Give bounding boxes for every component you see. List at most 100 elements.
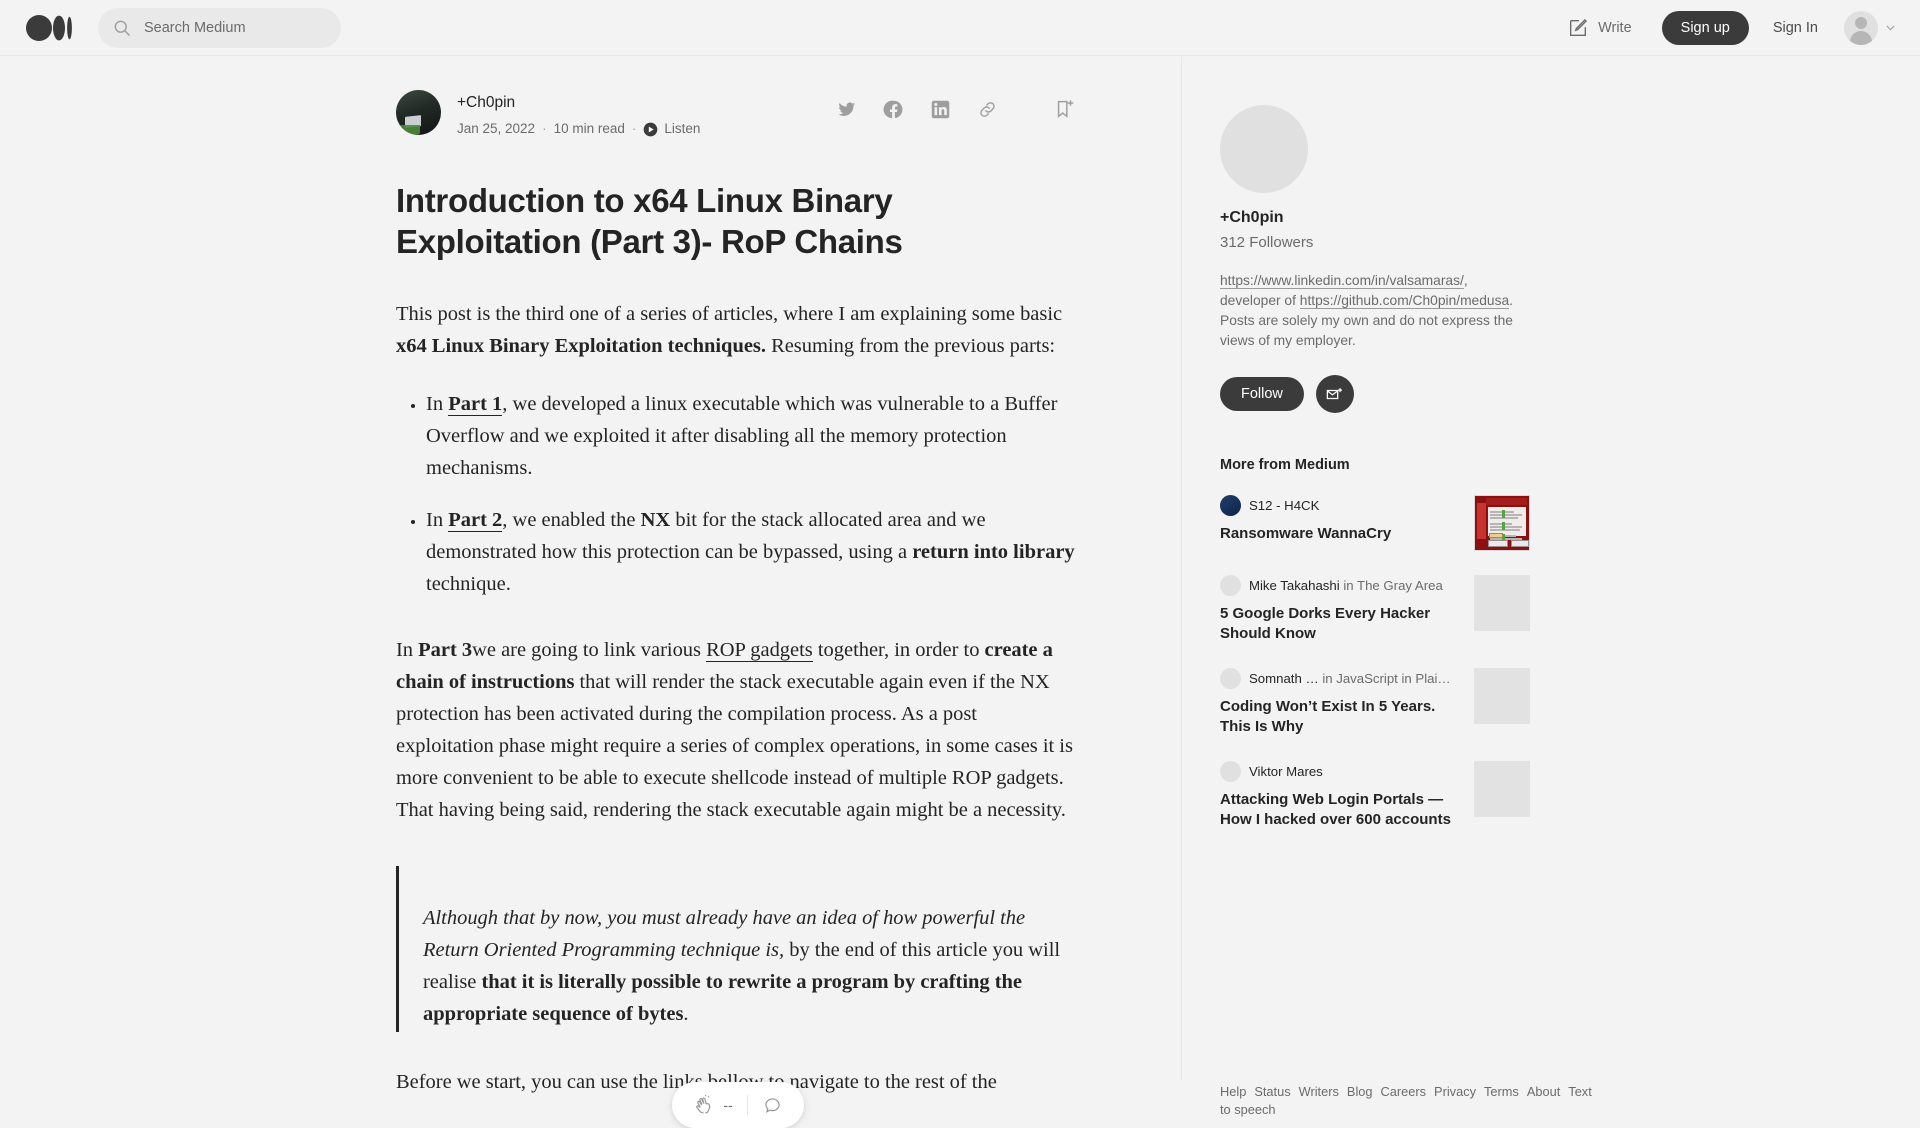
read-time: 10 min read — [554, 120, 625, 138]
github-repo-link[interactable]: https://github.com/Ch0pin/medusa — [1300, 293, 1509, 309]
recommendation-main: S12 - H4CK Ransomware WannaCry — [1220, 495, 1460, 544]
p2-b: we are going to link various — [472, 639, 706, 661]
rop-gadgets-link[interactable]: ROP gadgets — [706, 639, 813, 662]
recommendation-main: Viktor Mares Attacking Web Login Portals… — [1220, 761, 1460, 830]
recommendation-list: S12 - H4CK Ransomware WannaCry — [1220, 495, 1530, 830]
intro-bold: x64 Linux Binary Exploitation techniques… — [396, 335, 766, 357]
avatar — [1220, 575, 1241, 596]
publish-date: Jan 25, 2022 — [457, 120, 535, 138]
linkedin-profile-link[interactable]: https://www.linkedin.com/in/valsamaras/ — [1220, 273, 1464, 289]
search-box[interactable] — [98, 8, 341, 48]
bullet2-a: In — [426, 509, 448, 531]
quote-b: . — [683, 1003, 688, 1025]
search-icon — [112, 18, 132, 38]
footer-link-privacy[interactable]: Privacy — [1434, 1084, 1476, 1099]
author-name: Somnath … — [1249, 671, 1319, 686]
paragraph-intro: This post is the third one of a series o… — [396, 298, 1076, 362]
in-label: in — [1322, 671, 1332, 686]
engagement-bar: -- — [672, 1082, 804, 1128]
share-actions — [836, 90, 1076, 120]
listen-button[interactable]: Listen — [643, 120, 700, 138]
bullet2-d: technique. — [426, 573, 511, 595]
account-menu[interactable] — [1844, 11, 1896, 45]
avatar — [1220, 495, 1241, 516]
footer-link-writers[interactable]: Writers — [1299, 1084, 1339, 1099]
publication-name: JavaScript in Plai… — [1336, 671, 1450, 686]
avatar — [1844, 11, 1878, 45]
recommendation-author: Mike Takahashi in The Gray Area — [1249, 578, 1443, 593]
meta-separator-2: · — [632, 120, 637, 138]
recommendation-author-row: S12 - H4CK — [1220, 495, 1460, 516]
list-item: In Part 2, we enabled the NX bit for the… — [426, 504, 1076, 600]
article-body: This post is the third one of a series o… — [396, 298, 1076, 1098]
list-item[interactable]: S12 - H4CK Ransomware WannaCry — [1220, 495, 1530, 551]
link-icon[interactable] — [977, 99, 998, 120]
clap-button[interactable]: -- — [693, 1094, 732, 1116]
write-pencil-icon — [1567, 17, 1589, 39]
sidebar-author-name[interactable]: +Ch0pin — [1220, 209, 1530, 227]
footer-link-status[interactable]: Status — [1254, 1084, 1290, 1099]
part-1-link[interactable]: Part 1 — [448, 393, 502, 416]
recommendation-title[interactable]: Ransomware WannaCry — [1220, 524, 1460, 544]
footer-link-about[interactable]: About — [1527, 1084, 1560, 1099]
byline-text: +Ch0pin Jan 25, 2022 · 10 min read · Lis… — [457, 90, 700, 138]
recommendation-author-row: Viktor Mares — [1220, 761, 1460, 782]
bookmark-add-icon[interactable] — [1054, 98, 1076, 120]
listen-label: Listen — [664, 120, 700, 138]
clap-icon — [693, 1094, 715, 1116]
follow-button[interactable]: Follow — [1220, 377, 1304, 411]
footer-link-terms[interactable]: Terms — [1484, 1084, 1519, 1099]
avatar — [1220, 761, 1241, 782]
list-item[interactable]: Viktor Mares Attacking Web Login Portals… — [1220, 761, 1530, 830]
chevron-down-icon — [1885, 22, 1896, 33]
intro-text-c: Resuming from the previous parts: — [766, 335, 1055, 357]
twitter-icon[interactable] — [836, 99, 857, 120]
recommendation-author-row: Somnath … in JavaScript in Plai… — [1220, 668, 1460, 689]
author-avatar[interactable] — [396, 90, 441, 135]
meta-separator-1: · — [542, 120, 547, 138]
signin-button[interactable]: Sign In — [1765, 14, 1826, 42]
linkedin-icon[interactable] — [930, 99, 951, 120]
subscribe-email-button[interactable] — [1316, 375, 1354, 413]
facebook-icon[interactable] — [883, 99, 904, 120]
page-body: +Ch0pin Jan 25, 2022 · 10 min read · Lis… — [0, 57, 1920, 1080]
medium-logo-link[interactable] — [26, 15, 72, 41]
author-name: Mike Takahashi — [1249, 578, 1340, 593]
author-name[interactable]: +Ch0pin — [457, 92, 700, 114]
footer-link-help[interactable]: Help — [1220, 1084, 1246, 1099]
signup-button[interactable]: Sign up — [1662, 11, 1749, 45]
more-from-medium-heading: More from Medium — [1220, 457, 1530, 473]
play-circle-icon — [643, 122, 658, 137]
recommendation-thumbnail — [1474, 575, 1530, 631]
p2-bold-part3: Part 3 — [418, 639, 472, 661]
quote-bold: that it is literally possible to rewrite… — [423, 971, 1022, 1025]
recommendation-title[interactable]: 5 Google Dorks Every Hacker Should Know — [1220, 604, 1460, 644]
bullet1-a: In — [426, 393, 448, 415]
p2-c: together, in order to — [813, 639, 985, 661]
sidebar-author-avatar[interactable] — [1220, 105, 1308, 193]
bullet2-bold-nx: NX — [641, 509, 671, 531]
search-input[interactable] — [142, 19, 322, 37]
mail-add-icon — [1325, 385, 1344, 404]
paragraph-part3: In Part 3we are going to link various RO… — [396, 634, 1076, 826]
medium-logo-icon — [26, 15, 72, 41]
publication-name: The Gray Area — [1357, 578, 1443, 593]
divider — [747, 1095, 748, 1115]
part-2-link[interactable]: Part 2 — [448, 509, 502, 532]
comment-icon[interactable] — [762, 1095, 783, 1116]
recommendation-title[interactable]: Attacking Web Login Portals — How I hack… — [1220, 790, 1460, 830]
sidebar-actions: Follow — [1220, 375, 1530, 413]
footer-links: Help Status Writers Blog Careers Privacy Terms… — [1220, 1083, 1540, 1119]
author-bio: https://www.linkedin.com/in/valsamaras/,… — [1220, 271, 1530, 351]
list-item[interactable]: Somnath … in JavaScript in Plai… Coding … — [1220, 668, 1530, 737]
list-item[interactable]: Mike Takahashi in The Gray Area 5 Google… — [1220, 575, 1530, 644]
footer-link-careers[interactable]: Careers — [1381, 1084, 1427, 1099]
write-button[interactable]: Write — [1557, 11, 1642, 45]
sidebar: +Ch0pin 312 Followers https://www.linked… — [1220, 105, 1530, 854]
footer-link-blog[interactable]: Blog — [1347, 1084, 1373, 1099]
recommendation-title[interactable]: Coding Won’t Exist In 5 Years. This Is W… — [1220, 697, 1460, 737]
recap-list: In Part 1, we developed a linux executab… — [396, 388, 1076, 600]
recommendation-main: Somnath … in JavaScript in Plai… Coding … — [1220, 668, 1460, 737]
recommendation-thumbnail — [1474, 761, 1530, 817]
page-title: Introduction to x64 Linux Binary Exploit… — [396, 180, 1076, 262]
